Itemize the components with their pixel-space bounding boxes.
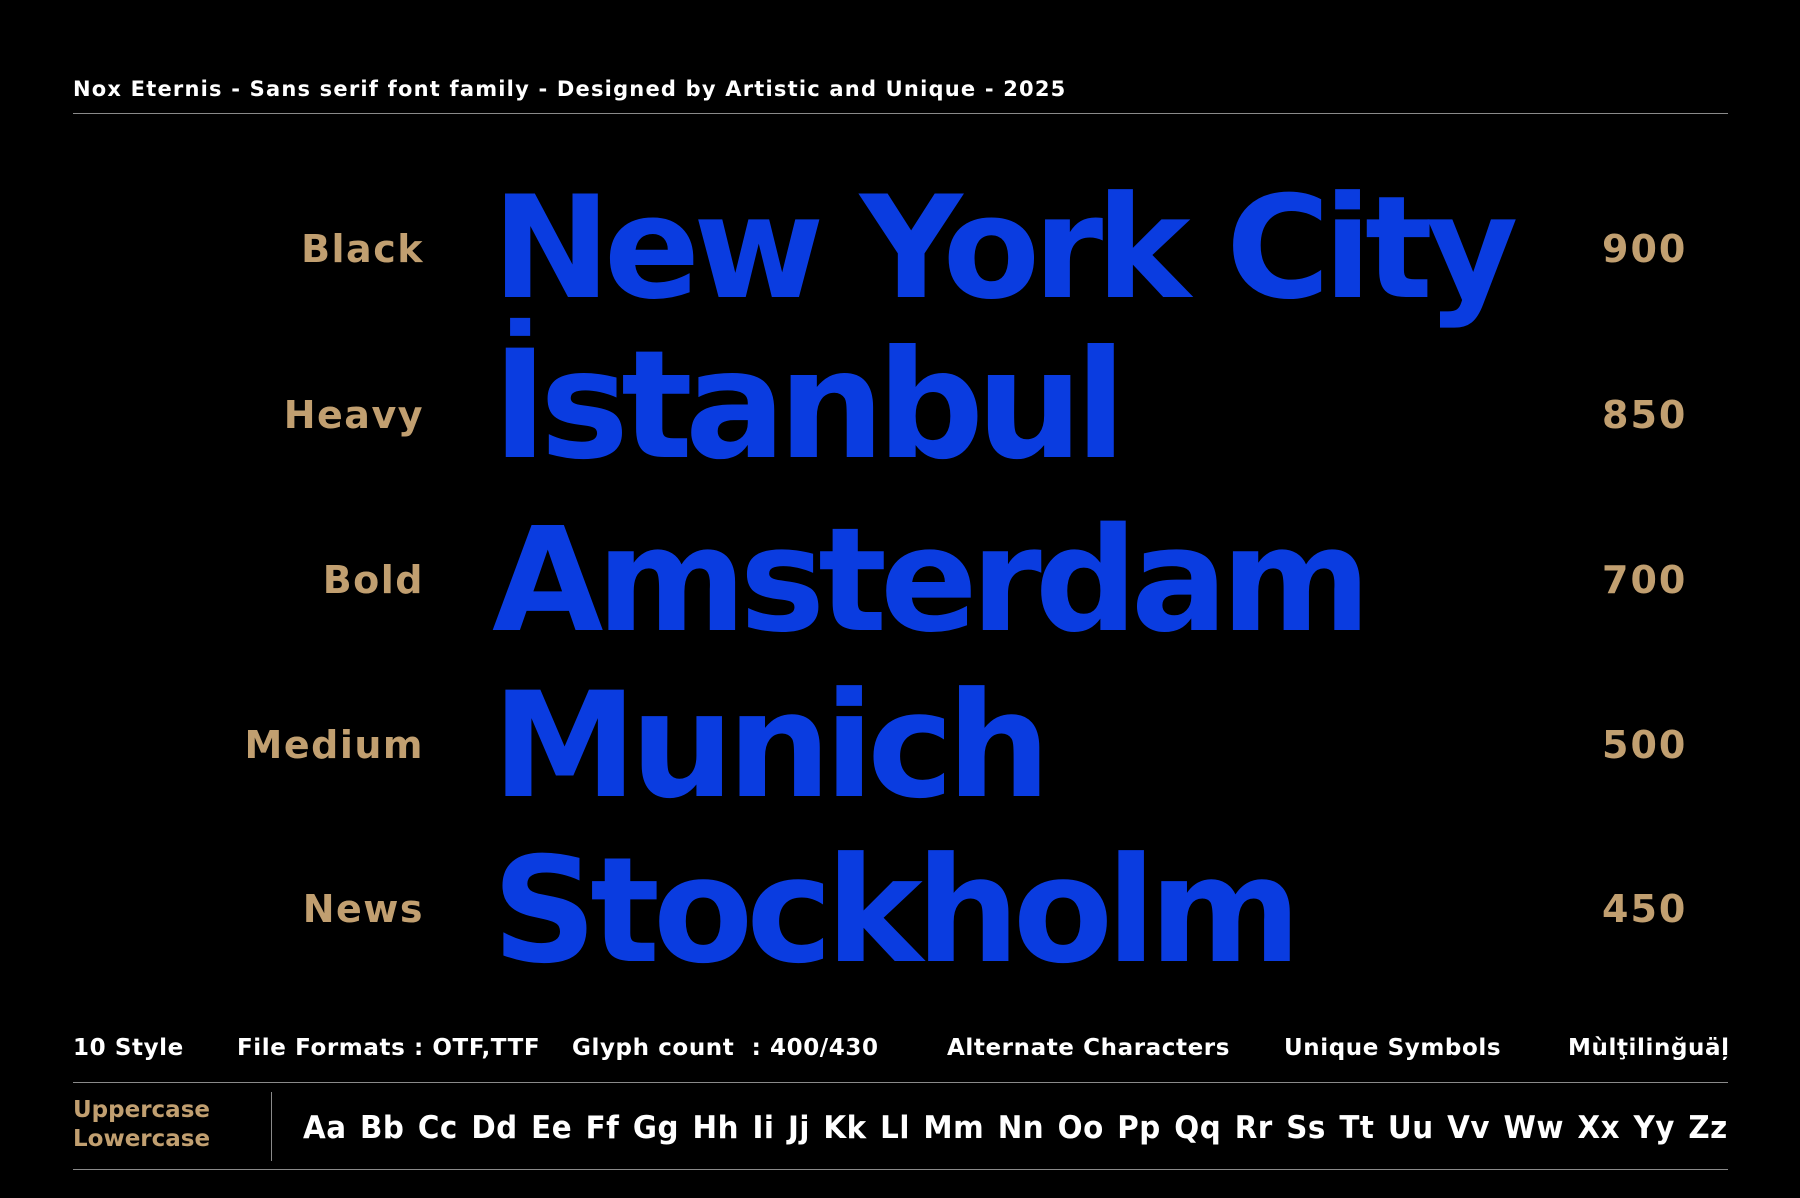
weight-value: 850 (1602, 393, 1688, 437)
weight-sample: İstanbul (492, 319, 1126, 493)
weight-value: 450 (1602, 887, 1688, 931)
style-label: Heavy (283, 393, 424, 437)
lowercase-label: Lowercase (73, 1126, 211, 1152)
weight-row-bold: Bold Amsterdam 700 (0, 502, 1800, 667)
weight-row-heavy: Heavy İstanbul 850 (0, 331, 1800, 502)
weight-sample: Amsterdam (492, 496, 1371, 664)
feature-styles: 10 Style (73, 1035, 184, 1061)
weight-sample: New York City (492, 166, 1518, 331)
weight-row-medium: Medium Munich 500 (0, 667, 1800, 832)
feature-symbols: Unique Symbols (1284, 1035, 1502, 1061)
style-label: News (302, 887, 424, 931)
header-divider (73, 113, 1728, 114)
feature-glyph-count: Glyph count : 400/430 (572, 1035, 879, 1061)
weight-value: 700 (1602, 558, 1688, 602)
character-set-divider (271, 1092, 272, 1161)
weight-sample: Stockholm (492, 826, 1301, 996)
weight-row-black: Black New York City 900 (0, 172, 1800, 337)
style-label: Black (301, 227, 424, 271)
case-labels: Uppercase Lowercase (73, 1096, 210, 1154)
weight-value: 500 (1602, 723, 1688, 767)
feature-multilingual: Mùlţilinğuäļ (1568, 1035, 1730, 1061)
uppercase-label: Uppercase (73, 1097, 210, 1123)
weight-sample: Munich (492, 661, 1051, 831)
font-specimen-page: Nox Eternis - Sans serif font family - D… (0, 0, 1800, 1198)
weight-row-news: News Stockholm 450 (0, 832, 1800, 997)
features-divider (73, 1082, 1728, 1083)
footer-divider (73, 1169, 1728, 1170)
alphabet-sample: Aa Bb Cc Dd Ee Ff Gg Hh Ii Jj Kk Ll Mm N… (303, 1110, 1728, 1146)
style-label: Bold (322, 558, 424, 602)
header-title: Nox Eternis - Sans serif font family - D… (73, 77, 1067, 101)
style-label: Medium (244, 723, 424, 767)
feature-alternates: Alternate Characters (947, 1035, 1231, 1061)
feature-strip: 10 Style File Formats : OTF,TTF Glyph co… (73, 1035, 1730, 1065)
feature-formats: File Formats : OTF,TTF (237, 1035, 541, 1061)
weight-value: 900 (1602, 227, 1688, 271)
